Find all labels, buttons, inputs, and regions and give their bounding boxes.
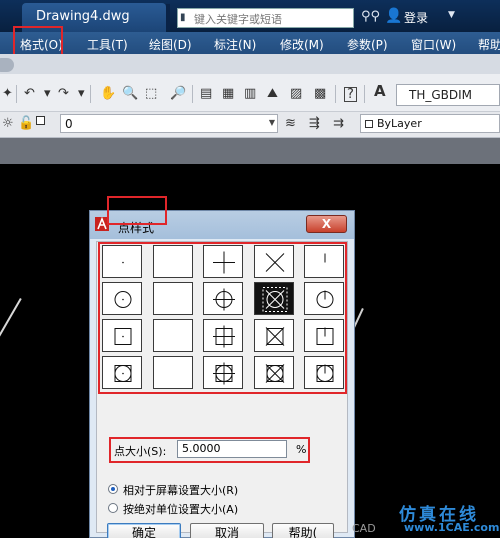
color-square-icon bbox=[365, 120, 373, 128]
redo-icon[interactable]: ↷ bbox=[58, 87, 69, 100]
menu-modify[interactable]: 修改(M) bbox=[280, 36, 324, 53]
menu-tools[interactable]: 工具(T) bbox=[87, 36, 128, 53]
search-placeholder: 键入关键字或短语 bbox=[194, 13, 282, 26]
point-style-highlight bbox=[98, 242, 347, 394]
properties-icon[interactable]: ▤ bbox=[200, 87, 212, 100]
radio-relative[interactable] bbox=[108, 484, 118, 494]
ribbon-strip bbox=[0, 54, 500, 74]
menu-window[interactable]: 窗口(W) bbox=[411, 36, 456, 53]
menu-parameter[interactable]: 参数(P) bbox=[347, 36, 388, 53]
layer-combo[interactable]: 0 ▼ bbox=[60, 114, 278, 133]
zoom-previous-icon[interactable]: 🔎 bbox=[170, 87, 186, 100]
menu-bar: 格式(O) 工具(T) 绘图(D) 标注(N) 修改(M) 参数(P) 窗口(W… bbox=[0, 32, 500, 54]
zoom-realtime-icon[interactable]: 🔍 bbox=[122, 87, 138, 100]
menu-help[interactable]: 帮助 bbox=[478, 36, 500, 53]
watermark-url: www.1CAE.com bbox=[404, 521, 500, 534]
close-button[interactable]: X bbox=[306, 215, 347, 233]
chevron-down-icon[interactable]: ▼ bbox=[448, 10, 455, 20]
toolbar-separator bbox=[16, 85, 17, 103]
design-center-icon[interactable]: ▦ bbox=[222, 87, 234, 100]
dropdown-icon[interactable]: ▾ bbox=[44, 87, 51, 100]
help-button[interactable]: 帮助( bbox=[272, 523, 334, 538]
zoom-window-icon[interactable]: ⬚ bbox=[145, 87, 157, 100]
ok-button[interactable]: 确定 bbox=[107, 523, 181, 538]
markup-icon[interactable]: ▨ bbox=[290, 87, 302, 100]
toolbar-separator bbox=[90, 85, 91, 103]
search-field-icon: ▮ bbox=[180, 12, 186, 23]
binoculars-search-icon[interactable]: ⚲⚲ bbox=[361, 9, 380, 24]
chevron-down-icon[interactable]: ▼ bbox=[269, 118, 275, 127]
radio-absolute[interactable] bbox=[108, 503, 118, 513]
color-swatch-icon[interactable] bbox=[36, 116, 45, 125]
layer-value: 0 bbox=[65, 117, 73, 131]
help-icon[interactable]: ? bbox=[344, 87, 357, 102]
user-icon[interactable]: 👤 bbox=[385, 8, 402, 24]
make-current-icon[interactable]: ⇶ bbox=[309, 117, 320, 130]
toolbar-separator bbox=[335, 85, 336, 103]
toolbar-separator bbox=[364, 85, 365, 103]
tab-divider bbox=[166, 4, 170, 30]
lock-icon[interactable]: 🔓 bbox=[18, 117, 34, 130]
toolbar-separator bbox=[192, 85, 193, 103]
ribbon-collapse-tab[interactable] bbox=[0, 58, 14, 72]
layer-previous-icon[interactable]: ⇉ bbox=[333, 117, 344, 130]
title-bar: Drawing4.dwg ▮ 键入关键字或短语 ⚲⚲ 👤 登录 ▼ bbox=[0, 0, 500, 32]
text-style-icon[interactable]: A bbox=[374, 84, 386, 99]
menu-dimension[interactable]: 标注(N) bbox=[214, 36, 256, 53]
search-input[interactable]: ▮ 键入关键字或短语 bbox=[177, 8, 354, 28]
pan-icon[interactable]: ✋ bbox=[100, 87, 116, 100]
watermark-small: CAD bbox=[352, 522, 376, 535]
format-menu-highlight bbox=[13, 26, 63, 56]
calculator-icon[interactable]: ▩ bbox=[314, 87, 326, 100]
dropdown-icon[interactable]: ▾ bbox=[78, 87, 85, 100]
dialog-body: 点大小(S): 5.0000 % 相对于屏幕设置大小(R) 按绝对单位设置大小(… bbox=[96, 241, 348, 538]
dimension-style-combo[interactable]: TH_GBDIM bbox=[396, 84, 500, 106]
layer-states-icon[interactable]: ≋ bbox=[285, 117, 296, 130]
tool-palettes-icon[interactable]: ▥ bbox=[244, 87, 256, 100]
sun-icon[interactable]: ☼ bbox=[2, 117, 14, 130]
tab-bar-background bbox=[0, 138, 500, 164]
point-style-dialog: 点样式 X 点大小(S): 5.0000 % 相对于屏幕设置大小(R) 按绝对单… bbox=[89, 196, 355, 538]
sheet-set-icon[interactable]: ⛰ bbox=[267, 87, 278, 100]
cancel-button[interactable]: 取消 bbox=[190, 523, 264, 538]
color-combo[interactable]: ByLayer bbox=[360, 114, 500, 133]
radio-relative-label[interactable]: 相对于屏幕设置大小(R) bbox=[123, 482, 238, 498]
login-link[interactable]: 登录 bbox=[404, 9, 428, 26]
bylayer-value: ByLayer bbox=[377, 117, 422, 130]
radio-absolute-label[interactable]: 按绝对单位设置大小(A) bbox=[123, 501, 238, 517]
sparkle-icon[interactable]: ✦ bbox=[2, 87, 13, 100]
menu-draw[interactable]: 绘图(D) bbox=[149, 36, 192, 53]
point-size-highlight bbox=[109, 437, 310, 463]
title-highlight bbox=[107, 196, 167, 225]
undo-icon[interactable]: ↶ bbox=[24, 87, 35, 100]
